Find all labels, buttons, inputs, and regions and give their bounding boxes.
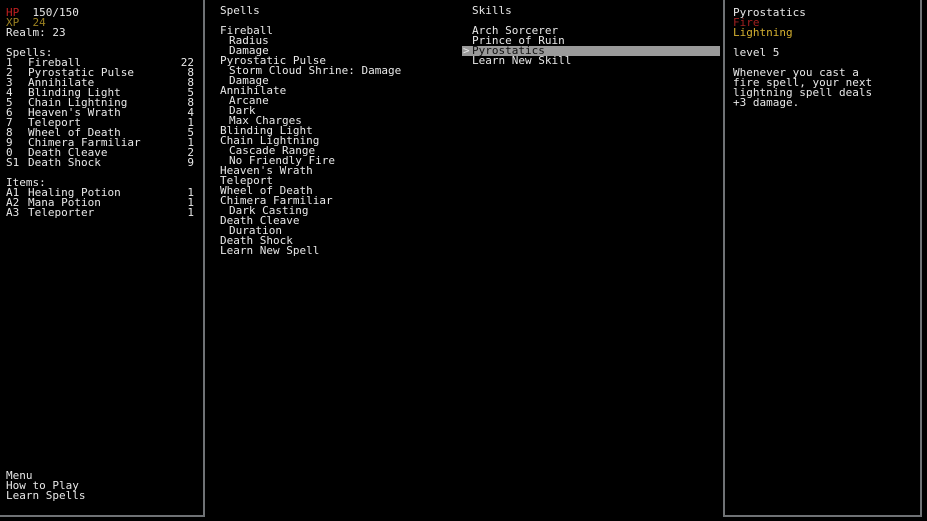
selection-cursor-icon: >	[463, 44, 470, 57]
detail-title: Pyrostatics	[733, 6, 806, 19]
spell-tree-child[interactable]: Arcane	[220, 95, 460, 106]
spellbook-list: 1 Fireball 22 2 Pyrostatic Pulse 8 3 Annihilate…	[6, 57, 199, 169]
spellbook-entry-name: Death Shock	[28, 156, 101, 169]
item-entry-count: 1	[187, 206, 194, 219]
character-panel-content: HP 150/150 XP 24 Realm: 23 Spells: 1 Fire…	[6, 7, 199, 219]
spells-tree-list: Fireball Radius Damage Pyrostatic Pulse Stor…	[220, 25, 460, 256]
left-menu-item[interactable]: Learn Spells	[6, 490, 196, 501]
detail-tag-lightning: Lightning	[733, 26, 793, 39]
skill-item[interactable]: Learn New Skill	[462, 54, 720, 67]
spells-tree-heading: Spells	[220, 4, 260, 17]
skill-item-label: Learn New Skill	[472, 54, 572, 67]
character-panel: HP 150/150 XP 24 Realm: 23 Spells: 1 Fire…	[0, 0, 205, 517]
game-screen: HP 150/150 XP 24 Realm: 23 Spells: 1 Fire…	[0, 0, 927, 521]
item-entry-key: A3	[6, 206, 20, 219]
detail-description: Whenever you cast a fire spell, your next…	[733, 67, 914, 109]
spell-tree-node[interactable]: Learn New Spell	[220, 245, 460, 256]
detail-level: level 5	[733, 46, 780, 59]
detail-panel: Pyrostatics Fire Lightning level 5 Whene…	[723, 0, 922, 517]
spellbook-entry[interactable]: S1 Death Shock 9	[6, 156, 199, 169]
realm-row: Realm: 23	[6, 26, 66, 39]
skills-column: Skills Arch Sorcerer Prince of Ruin > Pyros…	[462, 4, 720, 67]
item-entry-name: Teleporter	[28, 206, 95, 219]
skills-heading: Skills	[472, 4, 512, 17]
spellbook-entry-count: 9	[187, 156, 194, 169]
left-menu: Menu How to Play Learn Spells	[6, 470, 196, 501]
spellbook-entry-key: S1	[6, 156, 20, 169]
detail-panel-content: Pyrostatics Fire Lightning level 5 Whene…	[733, 6, 914, 109]
items-list: A1 Healing Potion 1 A2 Mana Potion 1 A3 Telepor…	[6, 187, 199, 219]
skills-list: Arch Sorcerer Prince of Ruin > Pyrostatics L…	[462, 25, 720, 67]
item-entry[interactable]: A3 Teleporter 1	[6, 206, 199, 219]
spells-tree-column: Spells Fireball Radius Damage Pyrostatic Pu…	[220, 4, 460, 256]
detail-description-line: +3 damage.	[733, 96, 800, 109]
